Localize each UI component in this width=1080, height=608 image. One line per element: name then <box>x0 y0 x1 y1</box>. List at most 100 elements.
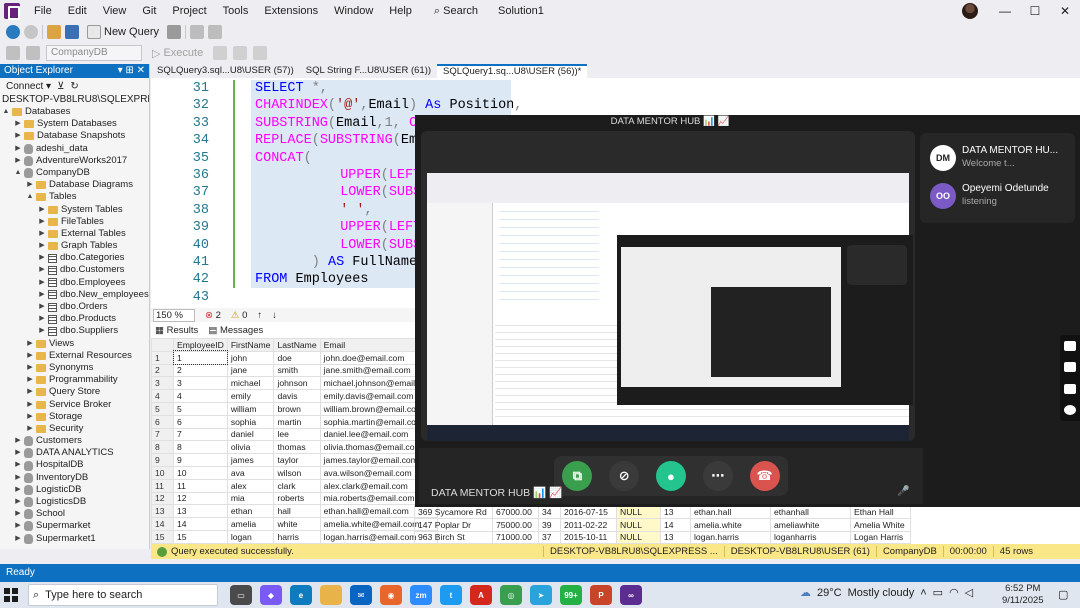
expander-icon[interactable]: ▶ <box>26 350 34 362</box>
table-cell[interactable]: taylor <box>273 453 321 467</box>
twitter-icon[interactable]: t <box>440 585 462 605</box>
table-cell[interactable]: NULL <box>616 530 661 544</box>
tab-results[interactable]: ▦ Results <box>155 325 198 336</box>
expander-icon[interactable]: ▶ <box>14 447 22 459</box>
table-row[interactable]: 369 Sycamore Rd 67000.00 34 2016-07-15 NULL 1… <box>414 505 911 519</box>
table-cell[interactable]: NULL <box>616 517 661 532</box>
tree-node[interactable]: ▶ HospitalDB <box>0 459 149 471</box>
expander-icon[interactable]: ▶ <box>14 484 22 496</box>
table-row[interactable]: 8 8 olivia thomas olivia.thomas@email.com <box>151 440 438 455</box>
menu-item-project[interactable]: Project <box>164 0 214 22</box>
tree-node[interactable]: ▶ School <box>0 508 149 520</box>
table-cell[interactable]: amelia <box>226 517 275 531</box>
file-explorer-icon[interactable] <box>320 585 342 605</box>
expander-icon[interactable]: ▶ <box>14 118 22 130</box>
expander-icon[interactable]: ▲ <box>26 191 34 203</box>
table-cell[interactable]: 7 <box>173 427 228 442</box>
connect-icon[interactable] <box>6 46 20 60</box>
tree-node[interactable]: ▶ System Tables <box>0 204 149 216</box>
table-cell[interactable]: davis <box>273 389 321 403</box>
user-avatar[interactable] <box>962 3 978 19</box>
table-row[interactable]: 14 14 amelia white amelia.white@email.com <box>151 517 438 531</box>
expander-icon[interactable]: ▶ <box>14 533 22 545</box>
table-cell[interactable]: 5 <box>173 401 228 416</box>
expander-icon[interactable]: ▶ <box>26 399 34 411</box>
search-box[interactable]: ⌕ Search <box>426 0 486 22</box>
expander-icon[interactable]: ▶ <box>38 313 46 325</box>
tree-node[interactable]: ▶ dbo.Categories <box>0 252 149 264</box>
video-icon[interactable] <box>1064 362 1076 373</box>
tree-node[interactable]: ▶ Security <box>0 423 149 435</box>
edge-icon[interactable]: e <box>290 585 312 605</box>
tree-node[interactable]: ▶ InventoryDB <box>0 472 149 484</box>
tree-node[interactable]: ▶ Database Diagrams <box>0 179 149 191</box>
forward-icon[interactable] <box>24 25 38 39</box>
stop-icon[interactable] <box>213 46 228 60</box>
table-cell[interactable]: 6 <box>173 414 228 429</box>
row-number[interactable]: 13 <box>151 504 174 519</box>
plan-icon[interactable] <box>253 46 268 60</box>
tree-node[interactable]: ▶ adeshi_data <box>0 143 149 155</box>
start-button[interactable] <box>0 582 22 608</box>
table-cell[interactable]: 34 <box>538 505 561 519</box>
menu-item-edit[interactable]: Edit <box>60 0 95 22</box>
table-row[interactable]: 11 11 alex clark alex.clark@email.com <box>151 478 438 493</box>
expander-icon[interactable]: ▶ <box>38 204 46 216</box>
telegram-icon[interactable]: ➤ <box>530 585 552 605</box>
table-cell[interactable]: 13 <box>660 530 691 544</box>
table-cell[interactable]: 963 Birch St <box>414 530 493 544</box>
expander-icon[interactable]: ▶ <box>26 338 34 350</box>
table-cell[interactable]: 75000.00 <box>492 517 539 532</box>
table-cell[interactable]: ethan <box>226 504 275 519</box>
table-row[interactable]: 7 7 daniel lee daniel.lee@email.com <box>151 427 438 442</box>
more-options-button[interactable]: ⋯ <box>702 461 733 491</box>
tree-node[interactable]: ▶ Supermarket1 <box>0 533 149 545</box>
volume-icon[interactable]: ◁ <box>965 586 973 599</box>
row-number[interactable]: 10 <box>151 465 174 480</box>
row-number[interactable]: 12 <box>151 491 174 506</box>
expander-icon[interactable]: ▶ <box>38 289 46 301</box>
table-cell[interactable]: 11 <box>173 478 228 493</box>
row-number[interactable]: 5 <box>151 401 174 416</box>
expander-icon[interactable]: ▲ <box>2 106 10 118</box>
copy-icon[interactable] <box>1064 383 1076 394</box>
table-cell[interactable]: 369 Sycamore Rd <box>414 505 493 519</box>
expander-icon[interactable]: ▶ <box>14 496 22 508</box>
expander-icon[interactable]: ▶ <box>26 374 34 386</box>
table-cell[interactable]: john <box>226 350 275 365</box>
table-cell[interactable]: doe <box>273 350 321 365</box>
table-cell[interactable]: olivia <box>226 440 275 455</box>
table-cell[interactable]: NULL <box>616 505 661 519</box>
participant-card[interactable]: OO Opeyemi Odetunde listening <box>926 177 1074 213</box>
table-cell[interactable]: roberts <box>273 491 321 506</box>
row-number[interactable]: 1 <box>151 350 174 365</box>
table-row[interactable]: 1 1 john doe john.doe@email.com <box>151 350 438 366</box>
tray-chevron-icon[interactable]: ˄ <box>920 587 926 599</box>
tree-node[interactable]: ▲ CompanyDB <box>0 167 149 179</box>
tree-node[interactable]: ▶ External Tables <box>0 228 149 240</box>
document-tab[interactable]: SQL String F...U8\USER (61)) <box>300 64 437 78</box>
table-cell[interactable]: michael <box>226 376 275 391</box>
parse-icon[interactable] <box>233 46 248 60</box>
open-file-icon[interactable] <box>47 25 61 39</box>
row-number[interactable]: 14 <box>151 517 174 531</box>
expander-icon[interactable]: ▶ <box>26 179 34 191</box>
maximize-icon[interactable]: ☐ <box>1020 0 1050 22</box>
tree-node[interactable]: ▶ dbo.New_employees <box>0 289 149 301</box>
table-cell[interactable]: ava <box>226 465 275 480</box>
connect-button[interactable]: Connect ▾ <box>6 81 51 92</box>
column-header[interactable] <box>151 338 174 352</box>
warnings-indicator[interactable]: ⚠ 0 <box>231 310 247 321</box>
expander-icon[interactable]: ▲ <box>14 167 22 179</box>
filter-icon[interactable]: ⊻ <box>57 81 64 92</box>
table-cell[interactable]: 67000.00 <box>492 505 539 519</box>
table-cell[interactable]: ethan.hall <box>690 505 771 519</box>
table-cell[interactable]: 12 <box>173 491 228 506</box>
taskbar-search[interactable]: ⌕ Type here to search <box>28 584 218 606</box>
tree-node[interactable]: ▲ Databases <box>0 106 149 118</box>
firefox-icon[interactable]: ◉ <box>380 585 402 605</box>
tree-node[interactable]: ▶ Query Store <box>0 386 149 398</box>
table-cell[interactable]: alex <box>226 478 275 493</box>
table-cell[interactable]: 14 <box>660 517 691 532</box>
column-header[interactable]: LastName <box>273 338 321 352</box>
